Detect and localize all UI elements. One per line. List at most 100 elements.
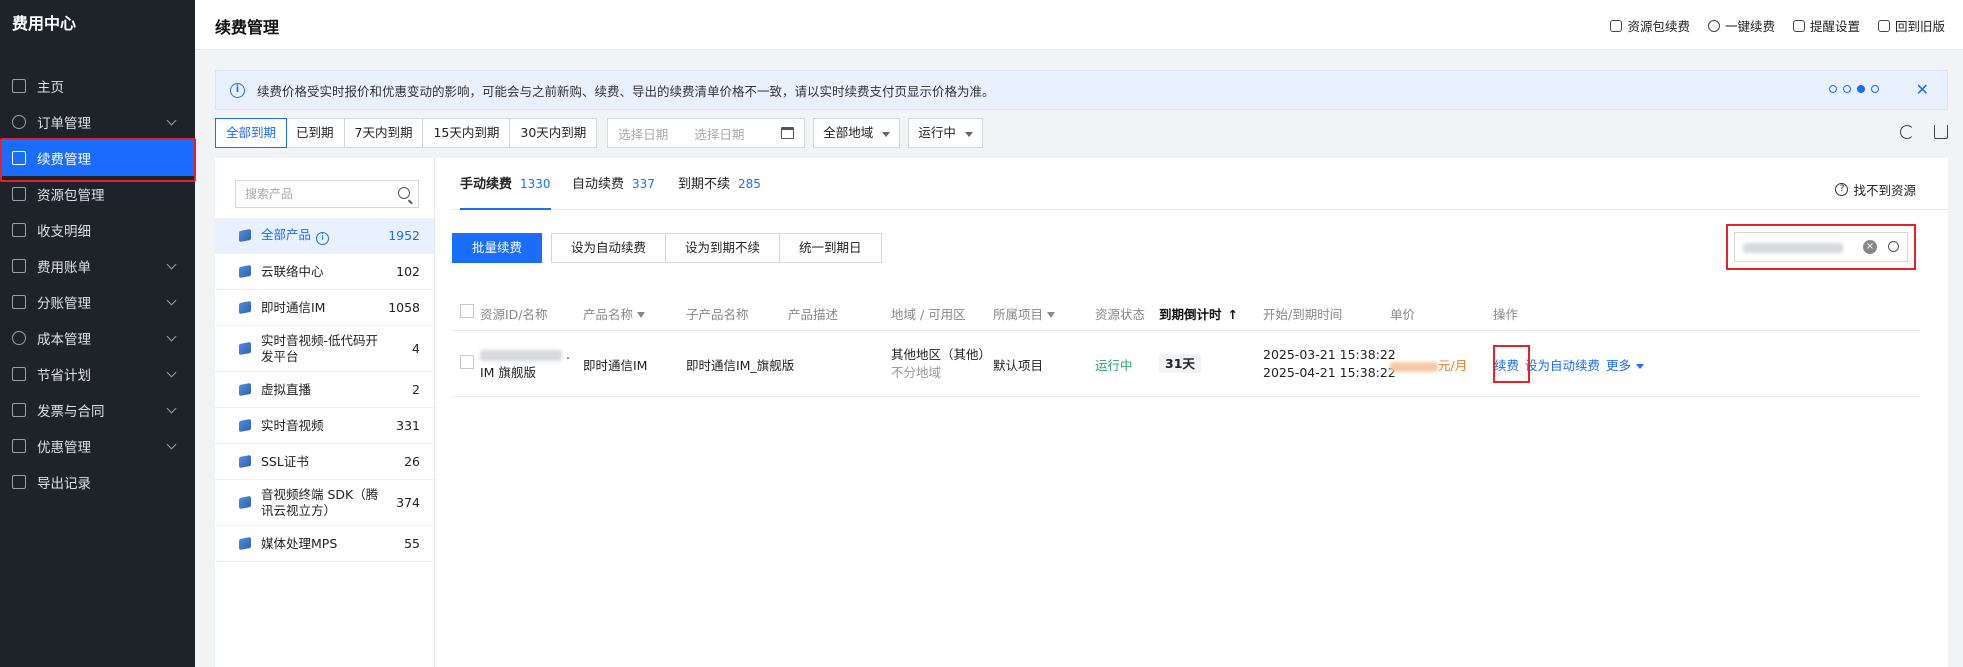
region-select[interactable]: 全部地域: [813, 118, 901, 148]
clear-icon[interactable]: ×: [1863, 240, 1877, 254]
reminder-settings-link[interactable]: 提醒设置: [1792, 16, 1860, 35]
period-expired-button[interactable]: 已到期: [286, 119, 345, 147]
set-no-renew-button[interactable]: 设为到期不续: [665, 233, 781, 263]
cell-project: 默认项目: [993, 358, 1044, 373]
sidebar-item-transactions[interactable]: 收支明细: [0, 212, 195, 248]
cube-icon: [239, 382, 251, 397]
carousel-dots[interactable]: [1829, 85, 1879, 93]
sidebar-item-label: 费用账单: [37, 260, 91, 276]
search-icon[interactable]: [1888, 241, 1899, 252]
tab-no-renewal[interactable]: 到期不续 285: [678, 158, 761, 210]
search-icon[interactable]: [398, 187, 410, 199]
list-item[interactable]: 音视频终端 SDK（腾讯云视立方） 374: [215, 480, 434, 526]
filter-icon[interactable]: [1047, 312, 1056, 318]
sidebar-item-cost[interactable]: 成本管理: [0, 320, 195, 356]
period-15days-button[interactable]: 15天内到期: [423, 119, 511, 147]
refresh-icon[interactable]: [1900, 125, 1914, 139]
download-icon[interactable]: [1934, 125, 1948, 139]
carousel-dot[interactable]: [1843, 85, 1851, 93]
one-click-renew-link[interactable]: 一键续费: [1707, 16, 1775, 35]
product-search-input[interactable]: 搜索产品: [235, 180, 419, 208]
product-name: 实时音视频-低代码开发平台: [261, 332, 379, 364]
set-auto-renew-button[interactable]: 设为自动续费: [551, 233, 667, 263]
back-to-old-version-link[interactable]: 回到旧版: [1877, 16, 1945, 35]
product-item-all[interactable]: 全部产品 i 1952: [215, 218, 434, 254]
period-7days-button[interactable]: 7天内到期: [345, 119, 424, 147]
carousel-dot[interactable]: [1871, 85, 1879, 93]
sort-asc-icon[interactable]: ↑: [1228, 307, 1238, 322]
sidebar-item-split[interactable]: 分账管理: [0, 284, 195, 320]
tab-label: 自动续费: [572, 177, 625, 192]
unify-expiry-button[interactable]: 统一到期日: [779, 233, 882, 263]
batch-renew-button[interactable]: 批量续费: [452, 233, 543, 263]
sidebar-item-label: 优惠管理: [37, 440, 91, 456]
resource-name: IM 旗舰版: [480, 365, 536, 380]
sidebar-item-home[interactable]: 主页: [0, 68, 195, 104]
col-label: 到期倒计时: [1159, 307, 1222, 322]
product-name: 全部产品: [261, 226, 312, 242]
list-item[interactable]: 实时音视频 331: [215, 408, 434, 444]
list-item[interactable]: 云联络中心 102: [215, 254, 434, 290]
action-label: 提醒设置: [1809, 19, 1860, 34]
period-30days-button[interactable]: 30天内到期: [510, 119, 596, 147]
product-name: 即时通信IM: [261, 299, 326, 315]
set-auto-renew-link[interactable]: 设为自动续费: [1525, 358, 1600, 373]
product-name: 媒体处理MPS: [261, 535, 338, 551]
list-item[interactable]: 虚拟直播 2: [215, 372, 434, 408]
filter-bar: 全部到期 已到期 7天内到期 15天内到期 30天内到期 选择日期 选择日期 全…: [215, 118, 1948, 148]
carousel-dot[interactable]: [1829, 85, 1837, 93]
info-icon[interactable]: i: [316, 231, 330, 245]
cube-icon: [239, 228, 251, 243]
filter-icon[interactable]: [637, 312, 646, 318]
main-panel: 搜索产品 全部产品 i 1952 云联络中心 102 即时通信IM 1058 实时音视频…: [215, 158, 1948, 667]
col-countdown[interactable]: 到期倒计时 ↑: [1159, 304, 1238, 323]
sidebar-item-renewal[interactable]: 续费管理: [0, 138, 196, 182]
tab-auto-renewal[interactable]: 自动续费 337: [572, 158, 655, 210]
zone-text: 不分地域: [891, 365, 942, 380]
cube-icon: [239, 300, 251, 315]
resource-search-input[interactable]: ×: [1734, 232, 1908, 262]
sidebar-item-resource-packages[interactable]: 资源包管理: [0, 176, 195, 212]
list-item[interactable]: 实时音视频-低代码开发平台 4: [215, 326, 434, 372]
col-label: 产品名称: [583, 307, 634, 322]
sidebar-item-label: 订单管理: [37, 116, 91, 132]
tab-label: 到期不续: [678, 177, 731, 192]
list-item[interactable]: 即时通信IM 1058: [215, 290, 434, 326]
list-item[interactable]: 媒体处理MPS 55: [215, 526, 434, 562]
more-label: 更多: [1606, 358, 1632, 373]
col-project[interactable]: 所属项目: [993, 304, 1056, 323]
row-checkbox[interactable]: [460, 355, 474, 372]
period-all-button[interactable]: 全部到期: [215, 118, 288, 148]
sidebar-item-orders[interactable]: 订单管理: [0, 104, 195, 140]
period-filter: 全部到期 已到期 7天内到期 15天内到期 30天内到期: [215, 118, 598, 148]
tab-count: 285: [738, 177, 761, 191]
date-start-field[interactable]: 选择日期: [618, 124, 668, 143]
sidebar-item-label: 成本管理: [37, 332, 91, 348]
date-range-picker[interactable]: 选择日期 选择日期: [607, 118, 806, 148]
sidebar-item-invoices[interactable]: 发票与合同: [0, 392, 195, 428]
carousel-dot-active[interactable]: [1857, 85, 1865, 93]
chevron-down-icon: [166, 295, 177, 306]
sidebar-menu: 主页 订单管理 续费管理 资源包管理 收支明细 费用账单 分账管理 成本管理 节…: [0, 68, 196, 500]
select-all-checkbox[interactable]: [460, 304, 474, 321]
product-list-panel: 搜索产品 全部产品 i 1952 云联络中心 102 即时通信IM 1058 实时音视频…: [215, 158, 435, 667]
search-value-redacted: [1743, 243, 1843, 253]
sidebar-item-exports[interactable]: 导出记录: [0, 464, 195, 500]
cant-find-resource-link[interactable]: ? 找不到资源: [1835, 180, 1916, 199]
sidebar-item-bills[interactable]: 费用账单: [0, 248, 195, 284]
resource-package-renew-link[interactable]: 资源包续费: [1610, 16, 1690, 35]
calendar-icon[interactable]: [781, 127, 795, 139]
split-icon: [12, 295, 26, 309]
col-product[interactable]: 产品名称: [583, 304, 646, 323]
more-link[interactable]: 更多: [1606, 358, 1645, 373]
sidebar-item-discounts[interactable]: 优惠管理: [0, 428, 195, 464]
toolbar-icons: [1900, 125, 1948, 139]
renewal-icon: [12, 151, 26, 165]
sidebar-item-savings[interactable]: 节省计划: [0, 356, 195, 392]
tab-manual-renewal[interactable]: 手动续费 1330: [460, 158, 551, 210]
date-end-field[interactable]: 选择日期: [694, 124, 744, 143]
status-select[interactable]: 运行中: [908, 118, 983, 148]
close-icon[interactable]: ✕: [1916, 80, 1929, 99]
resource-id-name[interactable]: . IM 旗舰版: [480, 346, 570, 382]
list-item[interactable]: SSL证书 26: [215, 444, 434, 480]
